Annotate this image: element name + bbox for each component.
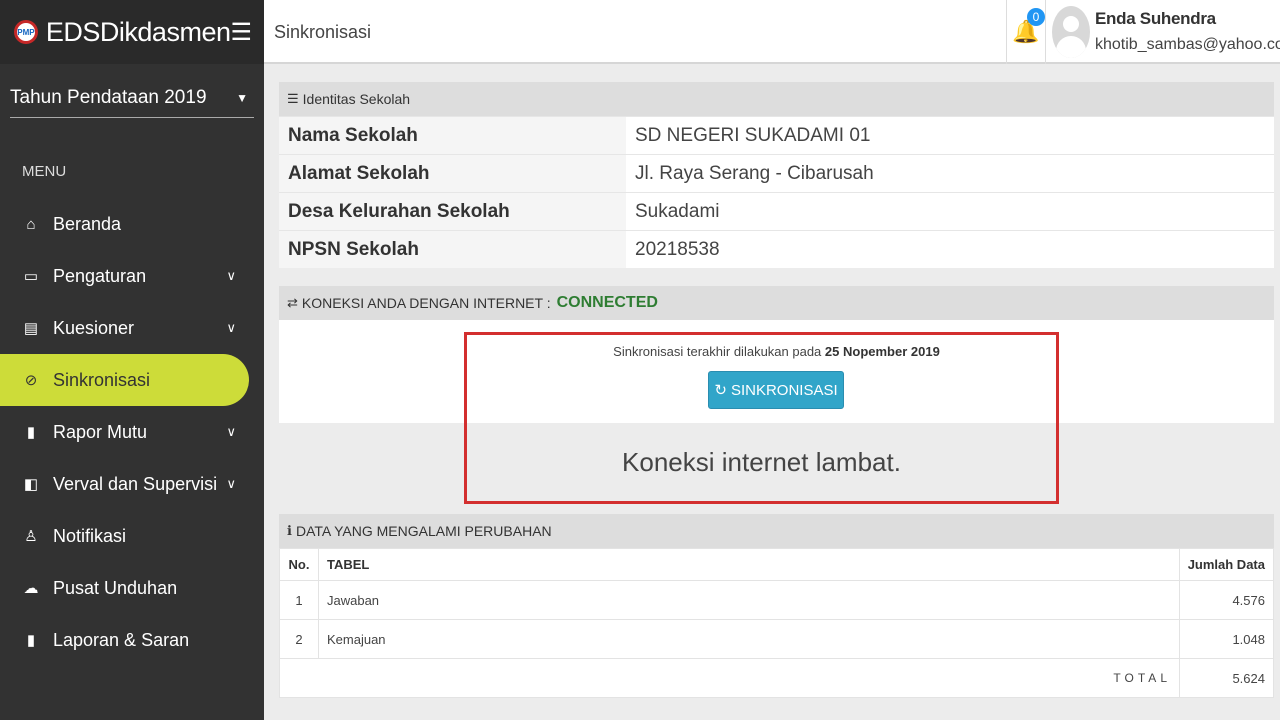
book-icon: ▮ (26, 632, 36, 649)
sidebar-item-rapor-mutu[interactable]: ▮ Rapor Mutu ∨ (0, 406, 264, 458)
table-row: 2 Kemajuan 1.048 (279, 619, 1274, 659)
caret-down-icon: ▼ (236, 90, 248, 105)
id-row: NPSN Sekolah 20218538 (279, 230, 1274, 268)
id-value: 20218538 (635, 238, 720, 260)
notification-button[interactable]: 🔔 0 (1006, 0, 1046, 64)
cell-no: 2 (279, 619, 319, 659)
cloud-download-icon: ☁ (23, 580, 39, 597)
sidebar-item-label: Beranda (53, 213, 122, 234)
page-title: Sinkronisasi (274, 22, 372, 42)
notification-badge: 0 (1027, 8, 1045, 26)
avatar[interactable] (1052, 6, 1090, 58)
panel-heading: ℹ DATA YANG MENGALAMI PERUBAHAN (279, 514, 1274, 548)
id-value: Jl. Raya Serang - Cibarusah (635, 162, 874, 184)
id-value: SD NEGERI SUKADAMI 01 (635, 124, 871, 146)
id-label: Nama Sekolah (279, 117, 626, 154)
sidebar-item-pengaturan[interactable]: ▭ Pengaturan ∨ (0, 250, 264, 302)
year-select-value: Tahun Pendataan 2019 (10, 86, 207, 108)
panel-heading-text: DATA YANG MENGALAMI PERUBAHAN (295, 523, 552, 539)
sidebar-item-notifikasi[interactable]: ♙ Notifikasi (0, 510, 264, 562)
check-circle-icon: ⊘ (24, 372, 38, 389)
user-email: khotib_sambas@yahoo.com (1095, 36, 1280, 53)
table-total-row: TOTAL 5.624 (279, 658, 1274, 698)
table-header-row: No. TABEL Jumlah Data (279, 548, 1274, 581)
cell-no: 1 (279, 580, 319, 620)
table-row: 1 Jawaban 4.576 (279, 580, 1274, 620)
cell-jumlah: 4.576 (1179, 580, 1274, 620)
sidebar-item-verval[interactable]: ◧ Verval dan Supervisi ∨ (0, 458, 264, 510)
monitor-icon: ▭ (23, 268, 39, 285)
sidebar-item-kuesioner[interactable]: ▤ Kuesioner ∨ (0, 302, 264, 354)
cell-tabel: Jawaban (318, 580, 1180, 620)
connection-status: CONNECTED (556, 294, 658, 311)
column-header-jumlah: Jumlah Data (1179, 548, 1274, 581)
id-label: Alamat Sekolah (279, 155, 626, 192)
sidebar-item-label: Pengaturan (53, 265, 147, 286)
sidebar-item-beranda[interactable]: ⌂ Beranda (0, 198, 264, 250)
menu-title: MENU (22, 163, 67, 180)
book-icon: ▮ (26, 424, 36, 441)
data-perubahan-panel: ℹ DATA YANG MENGALAMI PERUBAHAN No. TABE… (279, 514, 1274, 698)
data-table: No. TABEL Jumlah Data 1 Jawaban 4.576 2 … (279, 548, 1274, 698)
panel-heading-text: Identitas Sekolah (302, 91, 411, 107)
id-row: Alamat Sekolah Jl. Raya Serang - Cibarus… (279, 154, 1274, 192)
chevron-down-icon: ∨ (226, 476, 236, 491)
info-icon: ℹ (287, 523, 292, 538)
sidebar: PMP EDSDikdasmen ☰ Tahun Pendataan 2019 … (0, 0, 264, 720)
highlight-box (464, 332, 1059, 504)
chevron-down-icon: ∨ (226, 424, 236, 439)
chevron-down-icon: ∨ (226, 320, 236, 335)
id-row: Desa Kelurahan Sekolah Sukadami (279, 192, 1274, 230)
year-select[interactable]: Tahun Pendataan 2019 ▼ (10, 78, 254, 118)
sidebar-item-sinkronisasi[interactable]: ⊘ Sinkronisasi (0, 354, 249, 406)
id-label: NPSN Sekolah (279, 231, 626, 268)
sidebar-item-label: Verval dan Supervisi (53, 473, 218, 494)
total-value: 5.624 (1179, 658, 1274, 698)
sidebar-item-label: Pusat Unduhan (53, 577, 178, 598)
form-icon: ▤ (23, 320, 39, 337)
list-icon: ☰ (287, 91, 299, 106)
id-row: Nama Sekolah SD NEGERI SUKADAMI 01 (279, 116, 1274, 154)
identitas-sekolah-panel: ☰ Identitas Sekolah Nama Sekolah SD NEGE… (279, 82, 1274, 268)
topbar: Sinkronisasi 🔔 0 Enda Suhendra khotib_sa… (264, 0, 1280, 64)
brand-logo: PMP (14, 20, 38, 44)
bell-icon: ♙ (24, 528, 38, 545)
panel-heading: ☰ Identitas Sekolah (279, 82, 1274, 116)
exchange-icon: ⇄ (287, 295, 298, 310)
sidebar-item-label: Kuesioner (53, 317, 135, 338)
total-label: TOTAL (279, 658, 1180, 698)
panel-heading-text: KONEKSI ANDA DENGAN INTERNET : (301, 295, 551, 311)
panel-heading: ⇄ KONEKSI ANDA DENGAN INTERNET : CONNECT… (279, 286, 1274, 320)
sidebar-item-laporan[interactable]: ▮ Laporan & Saran (0, 614, 264, 666)
brand: PMP EDSDikdasmen ☰ (0, 0, 264, 64)
id-label: Desa Kelurahan Sekolah (279, 193, 626, 230)
door-icon: ◧ (23, 476, 39, 493)
cell-jumlah: 1.048 (1179, 619, 1274, 659)
sidebar-item-label: Laporan & Saran (53, 629, 190, 650)
brand-name[interactable]: EDSDikdasmen (46, 17, 231, 48)
cell-tabel: Kemajuan (318, 619, 1180, 659)
sidebar-item-label: Sinkronisasi (53, 369, 151, 390)
chevron-down-icon: ∨ (226, 268, 236, 283)
sidebar-menu: ⌂ Beranda ▭ Pengaturan ∨ ▤ Kuesioner ∨ ⊘… (0, 198, 264, 666)
hamburger-menu-icon[interactable]: ☰ (230, 18, 252, 47)
sidebar-item-label: Notifikasi (53, 525, 127, 546)
user-name[interactable]: Enda Suhendra (1095, 9, 1216, 29)
column-header-tabel: TABEL (318, 548, 1180, 581)
id-value: Sukadami (635, 200, 720, 222)
column-header-no: No. (279, 548, 319, 581)
home-icon: ⌂ (26, 215, 36, 233)
sidebar-item-label: Rapor Mutu (53, 421, 148, 442)
sidebar-item-pusat-unduhan[interactable]: ☁ Pusat Unduhan (0, 562, 264, 614)
